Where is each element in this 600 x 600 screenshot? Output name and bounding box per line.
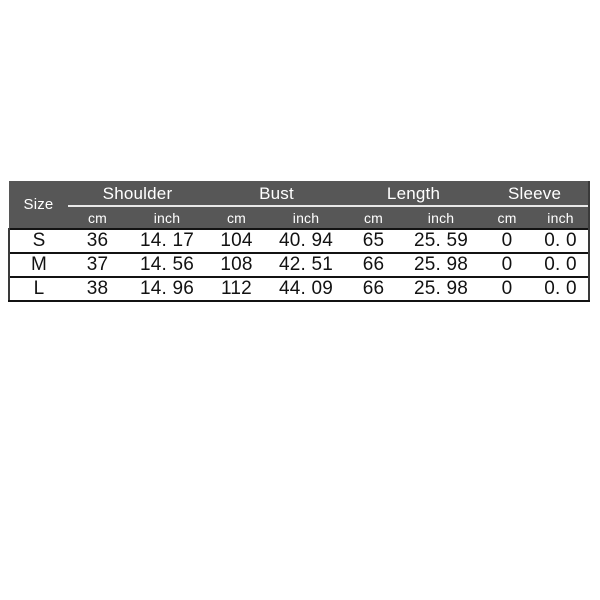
unit-header-sleeve-cm: cm	[481, 207, 534, 229]
cell-sleeve-cm: 0	[481, 276, 534, 302]
column-header-size: Size	[9, 181, 68, 229]
unit-header-shoulder-inch: inch	[127, 207, 207, 229]
table-row: L 38 14. 96 112 44. 09 66 25. 98 0 0. 0	[8, 276, 591, 302]
cell-length-cm: 65	[346, 228, 402, 253]
cell-shoulder-inch: 14. 96	[127, 276, 207, 302]
size-chart-table: Size Shoulder Bust Length Sleeve cm inch…	[8, 181, 591, 302]
table-row: M 37 14. 56 108 42. 51 66 25. 98 0 0. 0	[8, 252, 591, 277]
cell-length-cm: 66	[346, 276, 402, 302]
table-header: Size Shoulder Bust Length Sleeve cm inch…	[9, 181, 591, 229]
cell-bust-inch: 42. 51	[266, 252, 347, 277]
unit-header-shoulder-cm: cm	[68, 207, 127, 229]
cell-size: M	[8, 252, 68, 277]
column-group-length: Length	[346, 181, 482, 207]
cell-length-cm: 66	[346, 252, 402, 277]
column-group-sleeve: Sleeve	[481, 181, 591, 207]
cell-bust-cm: 104	[207, 228, 266, 253]
cell-shoulder-inch: 14. 17	[127, 228, 207, 253]
table-body: S 36 14. 17 104 40. 94 65 25. 59 0 0. 0 …	[8, 228, 591, 302]
unit-header-bust-cm: cm	[207, 207, 266, 229]
table-row: S 36 14. 17 104 40. 94 65 25. 59 0 0. 0	[8, 228, 591, 253]
unit-header-bust-inch: inch	[266, 207, 347, 229]
cell-bust-inch: 44. 09	[266, 276, 347, 302]
unit-header-length-cm: cm	[346, 207, 402, 229]
cell-bust-cm: 112	[207, 276, 266, 302]
cell-sleeve-inch: 0. 0	[533, 228, 591, 253]
column-group-bust: Bust	[207, 181, 347, 207]
cell-bust-inch: 40. 94	[266, 228, 347, 253]
cell-shoulder-cm: 36	[68, 228, 127, 253]
cell-sleeve-inch: 0. 0	[533, 276, 591, 302]
unit-header-length-inch: inch	[401, 207, 482, 229]
cell-size: L	[8, 276, 68, 302]
cell-sleeve-inch: 0. 0	[533, 252, 591, 277]
unit-header-sleeve-inch: inch	[533, 207, 591, 229]
cell-sleeve-cm: 0	[481, 228, 534, 253]
cell-bust-cm: 108	[207, 252, 266, 277]
cell-sleeve-cm: 0	[481, 252, 534, 277]
size-chart-container: Size Shoulder Bust Length Sleeve cm inch…	[8, 181, 591, 302]
cell-length-inch: 25. 59	[401, 228, 482, 253]
cell-shoulder-inch: 14. 56	[127, 252, 207, 277]
column-group-shoulder: Shoulder	[68, 181, 207, 207]
cell-shoulder-cm: 37	[68, 252, 127, 277]
header-unit-row: cm inch cm inch cm inch cm inch	[9, 207, 591, 229]
cell-size: S	[8, 228, 68, 253]
cell-shoulder-cm: 38	[68, 276, 127, 302]
header-group-row: Size Shoulder Bust Length Sleeve	[9, 181, 591, 229]
cell-length-inch: 25. 98	[401, 252, 482, 277]
cell-length-inch: 25. 98	[401, 276, 482, 302]
